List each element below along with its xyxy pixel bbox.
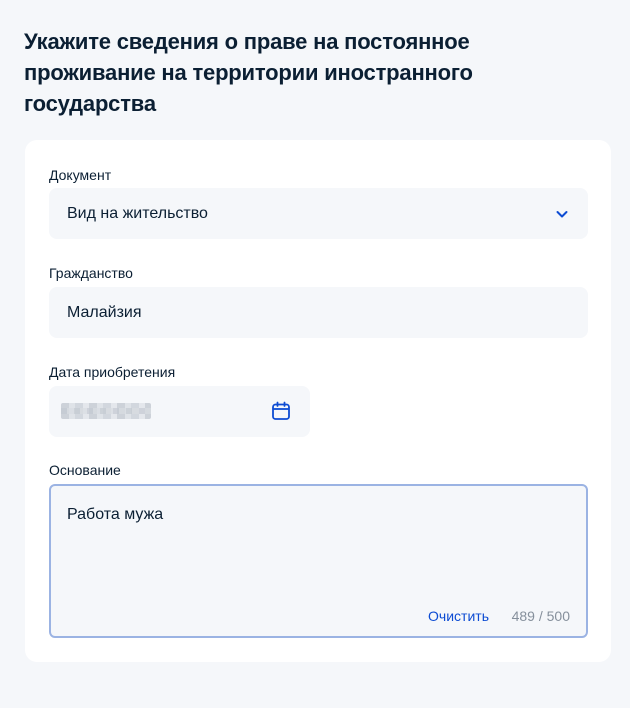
character-counter: 489 / 500 [511,608,570,624]
form-card: Документ Вид на жительство Гражданство М… [25,140,611,662]
document-label: Документ [49,167,112,183]
redacted-date-value [61,403,151,419]
citizenship-value: Малайзия [67,303,142,321]
chevron-down-icon [556,211,568,218]
basis-label: Основание [49,462,121,478]
basis-textarea[interactable]: Работа мужа Очистить 489 / 500 [49,484,588,638]
citizenship-label: Гражданство [49,265,133,281]
acquisition-date-field[interactable] [49,386,310,437]
calendar-icon[interactable] [270,400,292,422]
document-select-value: Вид на жительство [67,204,208,222]
acquisition-date-label: Дата приобретения [49,364,176,380]
clear-button[interactable]: Очистить [428,607,489,625]
basis-textarea-value: Работа мужа [67,506,164,523]
citizenship-field[interactable]: Малайзия [49,287,588,338]
page-title: Укажите сведения о праве на постоянное п… [24,29,473,116]
document-select[interactable]: Вид на жительство [49,188,588,239]
